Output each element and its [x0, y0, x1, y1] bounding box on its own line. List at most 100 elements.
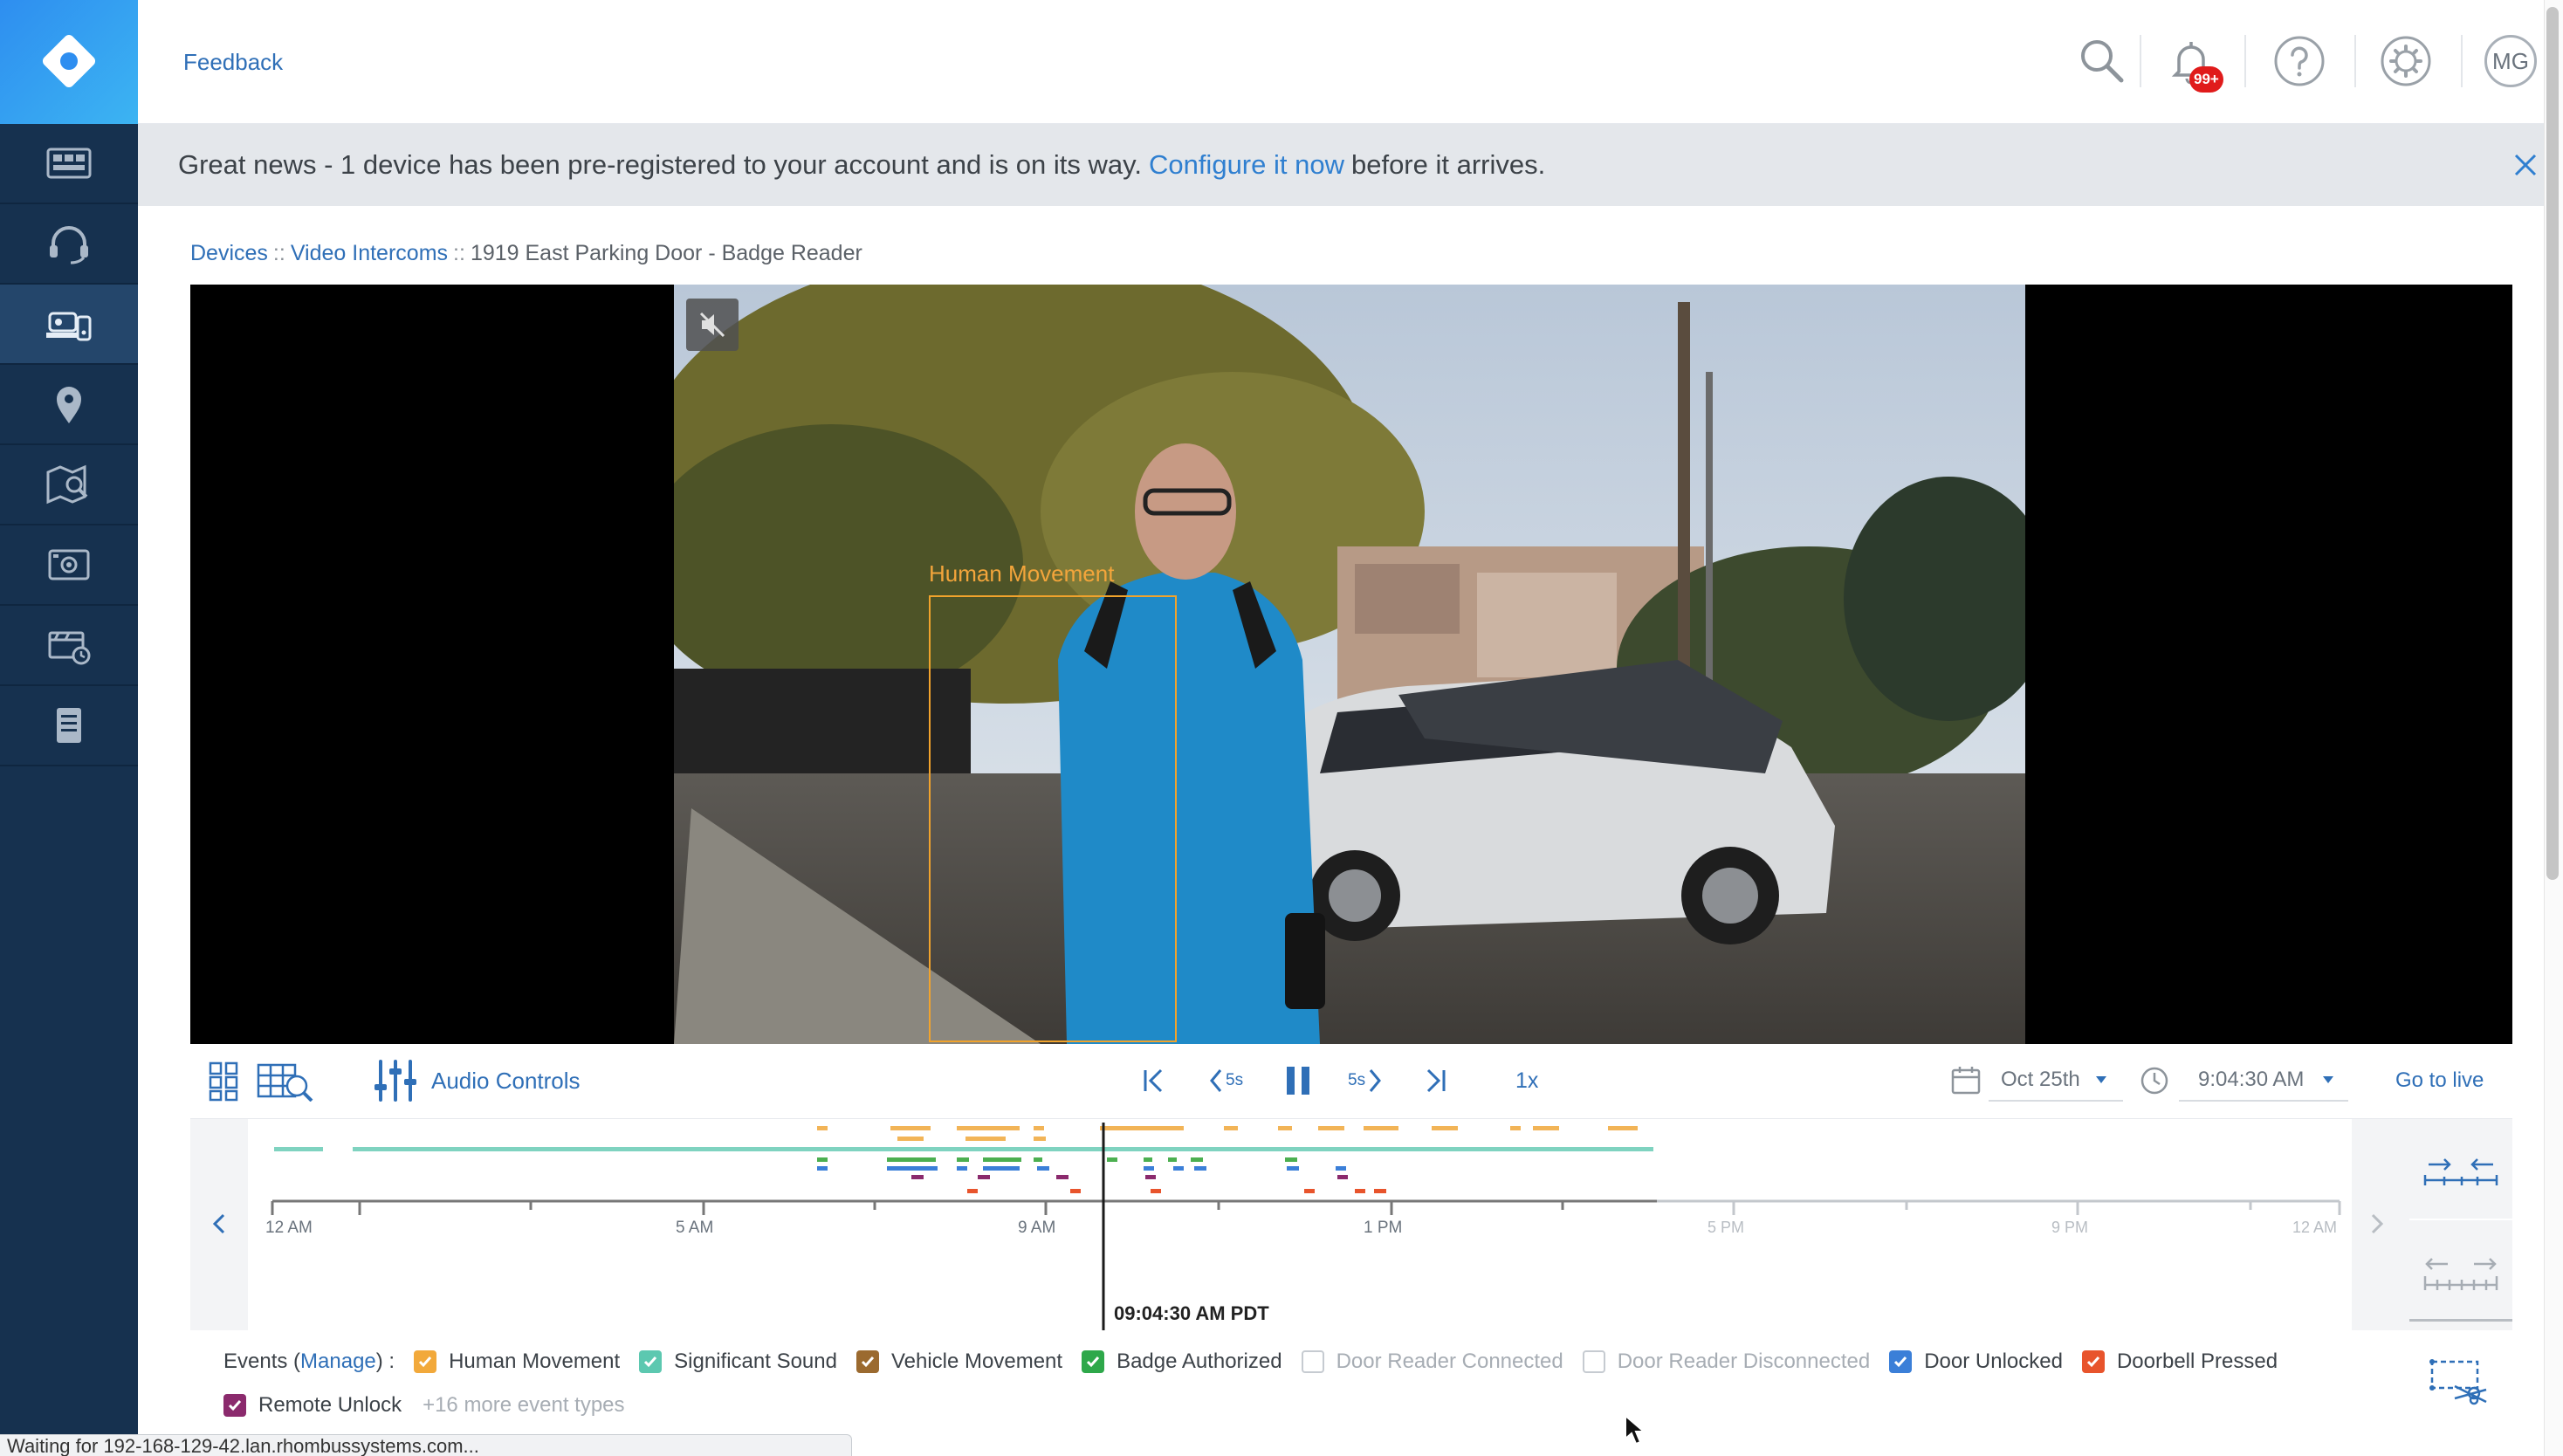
intercom-devices-icon	[46, 312, 92, 341]
time-select[interactable]: 9:04:30 AM	[2179, 1060, 2348, 1102]
playhead-time-label: 09:04:30 AM PDT	[1114, 1302, 1269, 1324]
topbar-divider	[2354, 35, 2356, 87]
search-button[interactable]	[2074, 33, 2130, 89]
grid-search-icon	[257, 1063, 313, 1102]
tick-label-1pm: 1 PM	[1364, 1219, 1403, 1237]
checkbox-checked-icon	[2081, 1350, 2105, 1373]
banner-text-after: before it arrives.	[1350, 149, 1546, 180]
event-filter-door-unlocked[interactable]: Door Unlocked	[1889, 1350, 2063, 1374]
breadcrumb-separator: ::	[272, 241, 285, 265]
event-filter-badge-authorized[interactable]: Badge Authorized	[1082, 1350, 1282, 1374]
clock-icon	[2140, 1067, 2168, 1095]
audio-controls-button[interactable]: Audio Controls	[374, 1058, 581, 1103]
timeline-zoom-out-button[interactable]	[2409, 1224, 2512, 1322]
logo[interactable]	[0, 0, 138, 124]
event-timeline: 12 AM 5 AM 9 AM 1 PM 5 PM 9 PM 12 AM 09:…	[190, 1119, 2512, 1330]
grid-view-icon	[209, 1061, 238, 1102]
event-label: Door Reader Disconnected	[1617, 1350, 1871, 1373]
skip-to-start-icon	[1144, 1068, 1163, 1093]
event-filter-door-reader-connected[interactable]: Door Reader Connected	[1301, 1350, 1563, 1374]
clip-trim-scissors-icon[interactable]	[2429, 1355, 2491, 1407]
sidebar-item-support[interactable]	[0, 204, 138, 285]
help-button[interactable]	[2271, 33, 2327, 89]
grid-view-button[interactable]	[208, 1060, 239, 1102]
timeline-track[interactable]: 12 AM 5 AM 9 AM 1 PM 5 PM 9 PM 12 AM 09:…	[248, 1119, 2352, 1330]
breadcrumb: Devices:: Video Intercoms:: 1919 East Park…	[190, 241, 862, 266]
event-filter-human-movement[interactable]: Human Movement	[414, 1350, 620, 1374]
configure-now-link[interactable]: Configure it now	[1149, 149, 1344, 181]
playback-controls: Audio Controls 5s 5s 1x Oct 25th 9:04:30…	[190, 1044, 2512, 1119]
event-label: Vehicle Movement	[890, 1350, 1063, 1373]
breadcrumb-current-device: 1919 East Parking Door - Badge Reader	[470, 241, 862, 265]
more-event-types-link[interactable]: +16 more event types	[423, 1393, 624, 1418]
skip-to-end-icon	[1426, 1068, 1446, 1093]
zoom-in-arrows-icon	[2423, 1158, 2498, 1185]
event-filter-significant-sound[interactable]: Significant Sound	[639, 1350, 837, 1374]
pause-button[interactable]	[1283, 1063, 1313, 1098]
rewind-5s-button[interactable]: 5s	[1208, 1067, 1243, 1095]
sidebar-item-cameras[interactable]	[0, 525, 138, 606]
chevron-right-icon	[1369, 1069, 1382, 1092]
detection-bounding-box	[929, 595, 1177, 1042]
event-label: Door Reader Connected	[1336, 1350, 1563, 1373]
left-sidebar	[0, 0, 138, 1456]
sidebar-item-dashboard[interactable]	[0, 124, 138, 204]
events-suffix: ) :	[375, 1350, 395, 1373]
sidebar-item-locations[interactable]	[0, 365, 138, 445]
feedback-link[interactable]: Feedback	[183, 49, 283, 76]
sidebar-item-devices[interactable]	[0, 285, 138, 365]
logo-diamond-icon	[42, 34, 96, 88]
breadcrumb-devices[interactable]: Devices	[190, 241, 268, 265]
chevron-left-icon	[1210, 1069, 1222, 1092]
skip-to-start-button[interactable]	[1140, 1067, 1166, 1095]
event-filter-doorbell-pressed[interactable]: Doorbell Pressed	[2081, 1350, 2278, 1374]
user-avatar[interactable]: MG	[2484, 35, 2537, 87]
checkbox-unchecked-icon	[1301, 1350, 1324, 1373]
time-value: 9:04:30 AM	[2198, 1068, 2305, 1091]
event-label: Remote Unlock	[258, 1393, 402, 1417]
timeline-zoom-in-button[interactable]	[2409, 1123, 2512, 1220]
sidebar-item-reports[interactable]	[0, 686, 138, 766]
grid-search-button[interactable]	[257, 1061, 314, 1102]
event-filter-vehicle-movement[interactable]: Vehicle Movement	[855, 1350, 1063, 1374]
tick-label-12am-end: 12 AM	[2292, 1219, 2338, 1236]
mute-button[interactable]	[686, 299, 739, 351]
playback-speed-button[interactable]: 1x	[1515, 1068, 1538, 1094]
topbar-divider	[2244, 35, 2246, 87]
close-icon[interactable]	[2511, 150, 2540, 180]
map-search-icon	[46, 464, 88, 505]
events-row-1: Events (Manage) : Human Movement Signifi…	[223, 1350, 2297, 1374]
tick-label-5am: 5 AM	[676, 1219, 714, 1237]
checkbox-unchecked-icon	[1582, 1350, 1605, 1373]
timeline-prev-chevron-icon[interactable]	[208, 1210, 229, 1238]
notifications-button[interactable]: 99+	[2163, 33, 2223, 93]
event-filter-door-reader-disconnected[interactable]: Door Reader Disconnected	[1582, 1350, 1871, 1374]
zoom-out-arrows-icon	[2423, 1257, 2498, 1290]
event-label: Human Movement	[449, 1350, 621, 1373]
sidebar-item-map-search[interactable]	[0, 445, 138, 525]
video-player[interactable]: Human Movement	[190, 285, 2512, 1044]
page-scrollbar-thumb[interactable]	[2546, 7, 2559, 880]
dashboard-icon	[46, 148, 92, 179]
breadcrumb-separator: ::	[453, 241, 465, 265]
rewind-5s-label: 5s	[1226, 1071, 1244, 1089]
manage-events-link[interactable]: Manage	[300, 1350, 376, 1374]
forward-5s-button[interactable]: 5s	[1348, 1067, 1383, 1095]
audio-controls-label: Audio Controls	[431, 1067, 581, 1094]
settings-button[interactable]	[2378, 33, 2434, 89]
timeline-next-chevron-icon[interactable]	[2367, 1210, 2388, 1238]
settings-gear-icon	[2381, 36, 2431, 86]
breadcrumb-video-intercoms[interactable]: Video Intercoms	[291, 241, 448, 265]
date-select[interactable]: Oct 25th	[1989, 1060, 2123, 1102]
speaker-muted-icon	[699, 312, 725, 338]
event-filter-remote-unlock[interactable]: Remote Unlock	[223, 1393, 402, 1418]
top-bar: Feedback 99+ MG	[138, 0, 2563, 124]
help-icon	[2274, 36, 2325, 86]
checkbox-checked-icon	[1889, 1350, 1913, 1373]
go-to-live-button[interactable]: Go to live	[2395, 1068, 2484, 1093]
event-bars	[274, 1126, 1653, 1193]
sidebar-item-clips[interactable]	[0, 606, 138, 686]
checkbox-checked-icon	[639, 1350, 663, 1373]
checkbox-checked-icon	[1082, 1350, 1105, 1373]
skip-to-end-button[interactable]	[1423, 1067, 1449, 1095]
